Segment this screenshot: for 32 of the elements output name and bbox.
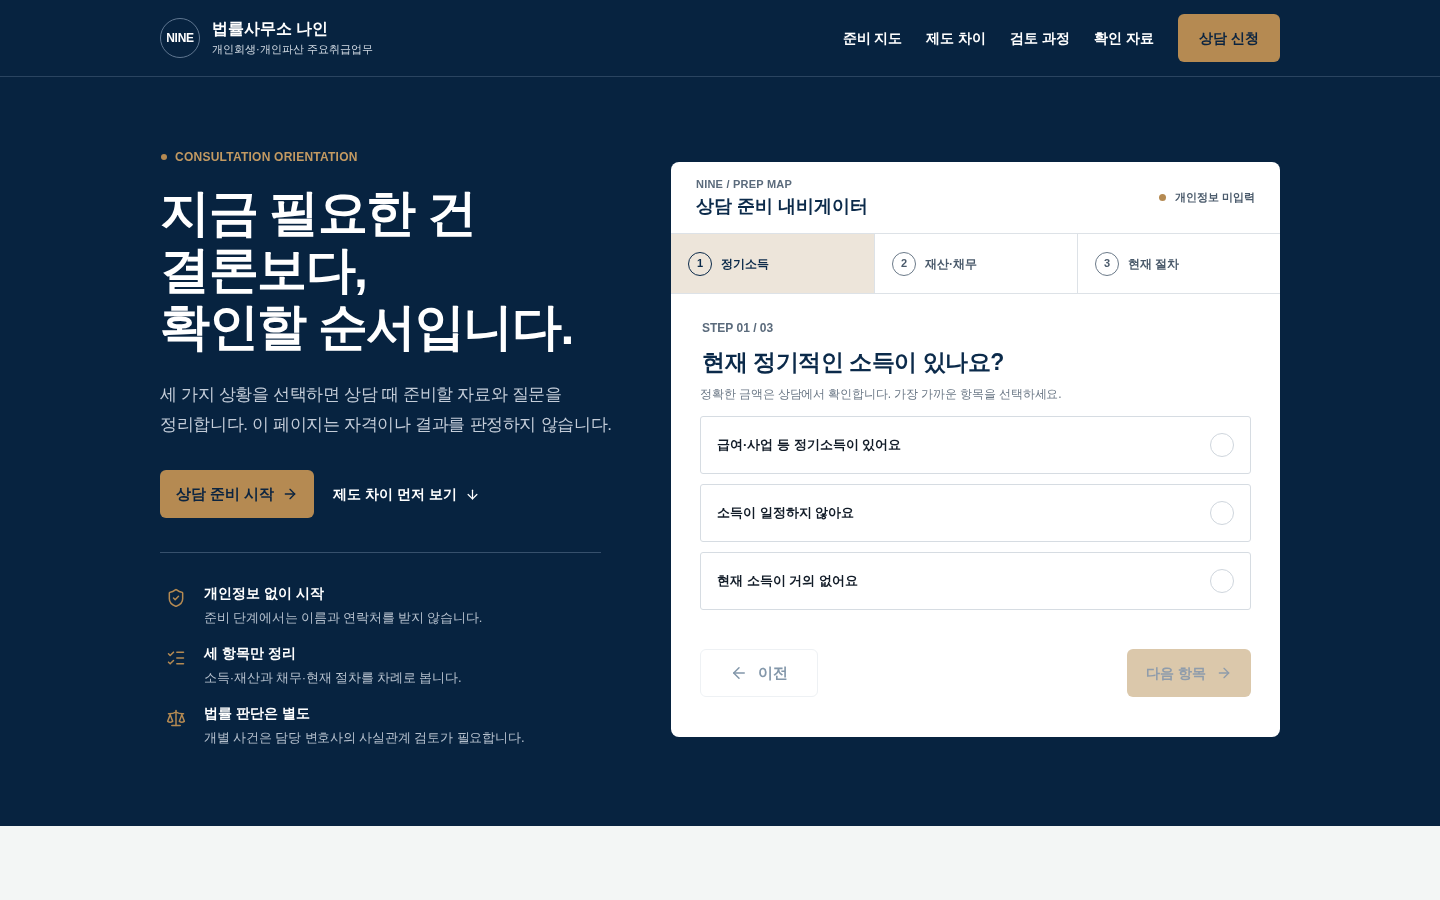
brand-tagline: 개인회생·개인파산 주요취급업무 xyxy=(212,42,373,57)
eyebrow-label: CONSULTATION ORIENTATION xyxy=(175,149,358,166)
hero-description: 세 가지 상황을 선택하면 상담 때 준비할 자료와 질문을 정리합니다. 이 페이지는 자격이나 결과를 판정하지 않습니다. xyxy=(160,384,612,436)
brand-name: 법률사무소 나인 xyxy=(212,19,329,39)
start-prep-button[interactable]: 상담 준비 시작 xyxy=(160,470,314,518)
feature-title: 개인정보 없이 시작 xyxy=(204,584,324,603)
consult-request-button[interactable]: 상담 신청 xyxy=(1178,14,1280,62)
question-hint: 정확한 금액은 상담에서 확인합니다. 가장 가까운 항목을 선택하세요. xyxy=(700,386,1062,402)
feature-description: 소득·재산과 채무·현재 절차를 차례로 봅니다. xyxy=(204,669,462,687)
status-label: 개인정보 미입력 xyxy=(1174,190,1255,206)
step-counter: STEP 01 / 03 xyxy=(701,320,775,336)
feature-title: 법률 판단은 별도 xyxy=(204,704,310,723)
step-tab[interactable]: 1 정기소득 xyxy=(671,234,874,293)
feature-description: 준비 단계에서는 이름과 연락처를 받지 않습니다. xyxy=(204,609,483,627)
card-eyebrow: NINE / PREP MAP xyxy=(696,177,792,191)
answer-option[interactable]: 현재 소득이 거의 없어요 xyxy=(700,552,1251,610)
nav-link[interactable]: 확인 자료 xyxy=(1094,27,1155,49)
nav-link[interactable]: 준비 지도 xyxy=(842,27,903,49)
feature-description: 개별 사건은 담당 변호사의 사실관계 검토가 필요합니다. xyxy=(204,729,525,747)
checklist-icon xyxy=(166,648,186,668)
answer-option[interactable]: 급여·사업 등 정기소득이 있어요 xyxy=(700,416,1251,474)
scale-icon xyxy=(166,708,186,728)
shield-check-icon xyxy=(166,588,186,608)
card-title: 상담 준비 내비게이터 xyxy=(696,195,868,218)
feature-title: 세 항목만 정리 xyxy=(204,644,296,663)
answer-option[interactable]: 소득이 일정하지 않아요 xyxy=(700,484,1251,542)
system-differences-link[interactable]: 제도 차이 먼저 보기 xyxy=(333,483,480,505)
arrow-down-icon xyxy=(464,486,480,502)
nav-link[interactable]: 검토 과정 xyxy=(1010,27,1071,49)
question-title: 현재 정기적인 소득이 있나요? xyxy=(701,348,1005,377)
hero-headline: 지금 필요한 건 결론보다, 확인할 순서입니다. xyxy=(160,185,573,356)
nav-link[interactable]: 제도 차이 xyxy=(926,27,987,49)
